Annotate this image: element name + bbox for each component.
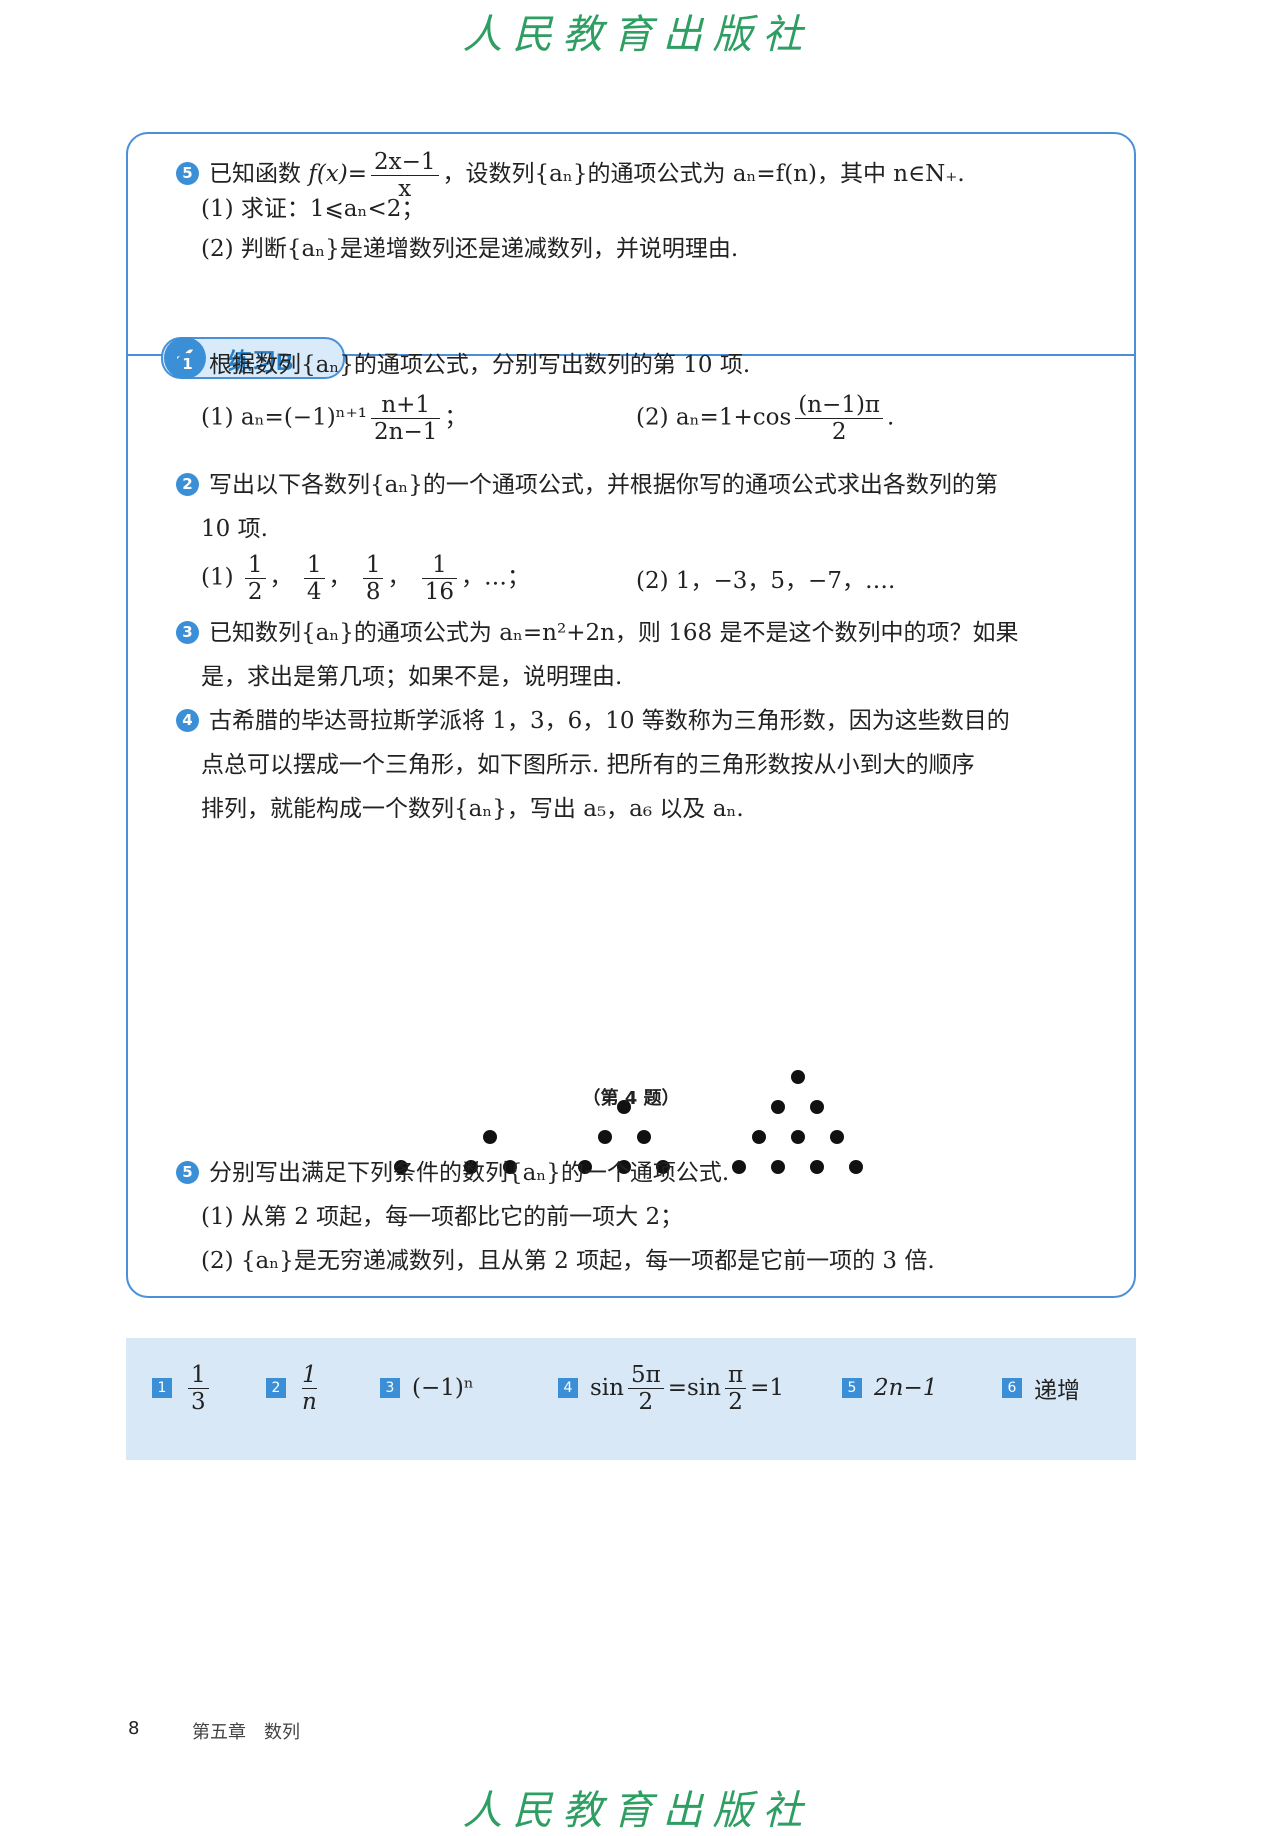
publisher-watermark-top: 人民教育出版社	[462, 12, 813, 58]
dot	[732, 1160, 746, 1174]
question-1-part-2: (2) aₙ=1+cos (n−1)π 2.	[636, 392, 895, 445]
problem-5-part-1: (1) 求证：1⩽aₙ<2；	[201, 196, 425, 222]
figure-caption: （第 4 题）	[582, 1088, 680, 1109]
problem-5-part-2: (2) 判断{aₙ}是递增数列还是递减数列，并说明理由.	[201, 236, 739, 262]
dot	[637, 1130, 651, 1144]
dot	[810, 1160, 824, 1174]
dot	[771, 1160, 785, 1174]
answer-6: 6 递增	[1002, 1358, 1080, 1418]
answer-2: 21n	[266, 1358, 321, 1418]
answer-strip: 113 21n 3 (−1)ⁿ 4 sin 5π 2 =sin π 2 =1 5 2n−1 6 递增	[126, 1338, 1136, 1460]
chapter-label: 第五章 数列	[192, 1722, 300, 1743]
question-2-part-1: (1) 1 2， 1 4， 1 8， 1 16，…；	[201, 552, 531, 605]
publisher-watermark-bottom: 人民教育出版社	[462, 1788, 813, 1834]
answer-5: 5 2n−1	[842, 1358, 937, 1418]
question-number-badge: 1	[176, 352, 199, 376]
question-4-text-cont-2: 排列，就能构成一个数列{aₙ}，写出 a₅，a₆ 以及 aₙ.	[201, 796, 744, 822]
exercise-box: 5 已知函数 f(x)= 2x−1 x ，设数列{aₙ}的通项公式为 aₙ=f(n)，其…	[126, 132, 1136, 1298]
question-number-badge: 5	[176, 1160, 199, 1184]
dot	[791, 1070, 805, 1084]
question-5: 5 分别写出满足下列条件的数列{aₙ}的一个通项公式.	[176, 1156, 729, 1190]
dot	[752, 1130, 766, 1144]
question-2-part-2: (2) 1，−3，5，−7，….	[636, 568, 896, 594]
problem-number-badge: 5	[176, 161, 199, 185]
dot	[483, 1130, 497, 1144]
question-3: 3 已知数列{aₙ}的通项公式为 aₙ=n²+2n，则 168 是不是这个数列中的…	[176, 616, 1018, 650]
question-number-badge: 3	[176, 620, 199, 644]
question-1-part-1: (1) aₙ=(−1)ⁿ⁺¹ n+1 2n−1；	[201, 392, 468, 445]
page-number: 8	[128, 1718, 140, 1739]
question-1: 1 根据数列{aₙ}的通项公式，分别写出数列的第 10 项.	[176, 348, 750, 382]
question-number-badge: 4	[176, 708, 199, 732]
question-3-text-cont: 是，求出是第几项；如果不是，说明理由.	[201, 664, 623, 690]
answer-1: 113	[152, 1358, 213, 1418]
question-5-part-1: (1) 从第 2 项起，每一项都比它的前一项大 2；	[201, 1204, 684, 1230]
dot	[598, 1130, 612, 1144]
question-2-text-cont: 10 项.	[201, 516, 268, 542]
answer-3: 3 (−1)ⁿ	[380, 1358, 474, 1418]
question-number-badge: 2	[176, 472, 199, 496]
dot	[849, 1160, 863, 1174]
answer-4: 4 sin 5π 2 =sin π 2 =1	[558, 1358, 784, 1418]
dot	[791, 1130, 805, 1144]
question-2: 2 写出以下各数列{aₙ}的一个通项公式，并根据你写的通项公式求出各数列的第	[176, 468, 998, 502]
question-5-part-2: (2) {aₙ}是无穷递减数列，且从第 2 项起，每一项都是它前一项的 3 倍.	[201, 1248, 935, 1274]
question-4: 4 古希腊的毕达哥拉斯学派将 1，3，6，10 等数称为三角形数，因为这些数目的	[176, 704, 1010, 738]
dot	[830, 1130, 844, 1144]
question-4-text-cont: 点总可以摆成一个三角形，如下图所示. 把所有的三角形数按从小到大的顺序	[201, 752, 975, 778]
